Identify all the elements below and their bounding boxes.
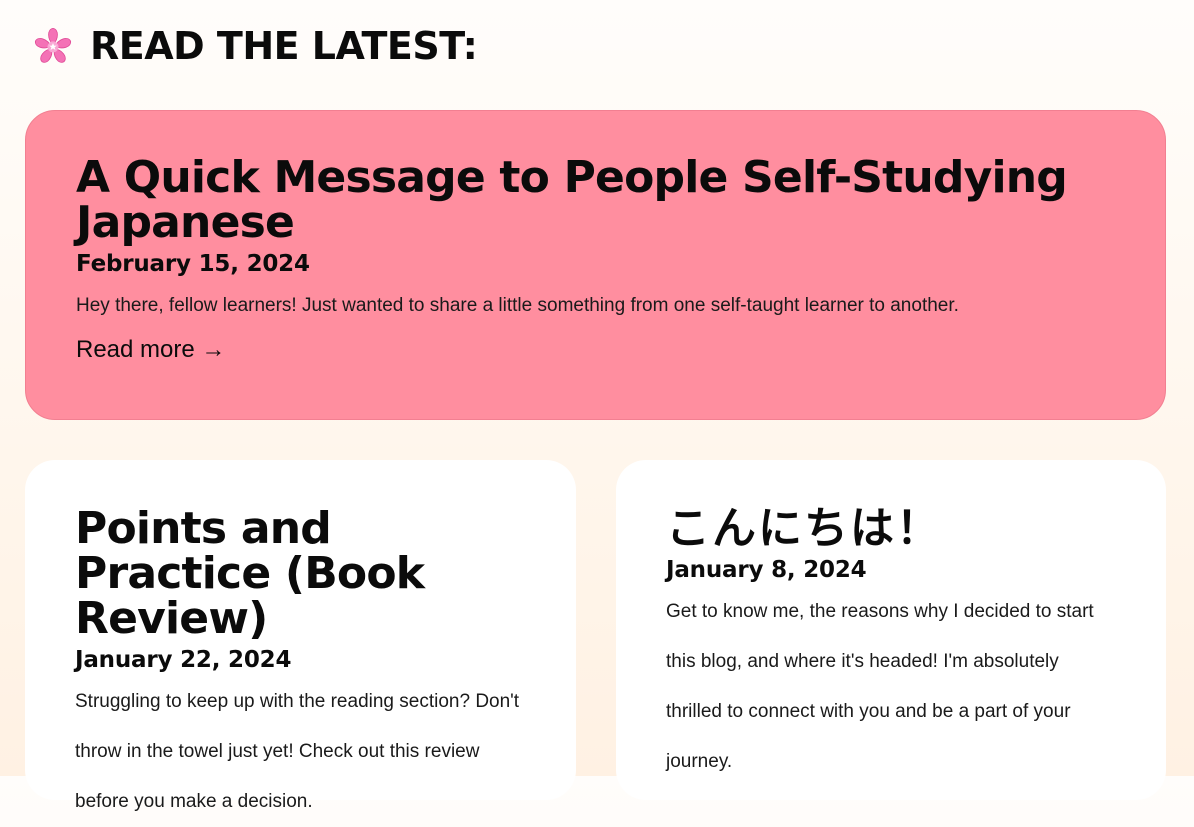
section-header: READ THE LATEST:: [32, 22, 478, 70]
featured-post-card[interactable]: A Quick Message to People Self-Studying …: [25, 110, 1166, 420]
post-excerpt: Struggling to keep up with the reading s…: [75, 691, 520, 812]
read-more-link[interactable]: Read more →: [76, 335, 225, 365]
post-card-book-review[interactable]: Points and Practice (Book Review) Januar…: [25, 460, 576, 812]
post-excerpt: Get to know me, the reasons why I decide…: [666, 601, 1094, 772]
post-title[interactable]: Points and Practice (Book Review): [75, 506, 526, 641]
post-card-konnichiwa[interactable]: こんにちは！ January 8, 2024 Get to know me, t…: [616, 460, 1166, 800]
sakura-flower-icon: [35, 27, 71, 63]
featured-post-title[interactable]: A Quick Message to People Self-Studying …: [76, 155, 1115, 245]
section-title: READ THE LATEST:: [90, 24, 478, 68]
featured-post-date: February 15, 2024: [76, 251, 310, 277]
post-title[interactable]: こんにちは！: [666, 506, 1116, 551]
post-date: January 8, 2024: [666, 557, 867, 583]
post-date: January 22, 2024: [75, 647, 292, 673]
featured-post-excerpt: Hey there, fellow learners! Just wanted …: [76, 295, 959, 316]
